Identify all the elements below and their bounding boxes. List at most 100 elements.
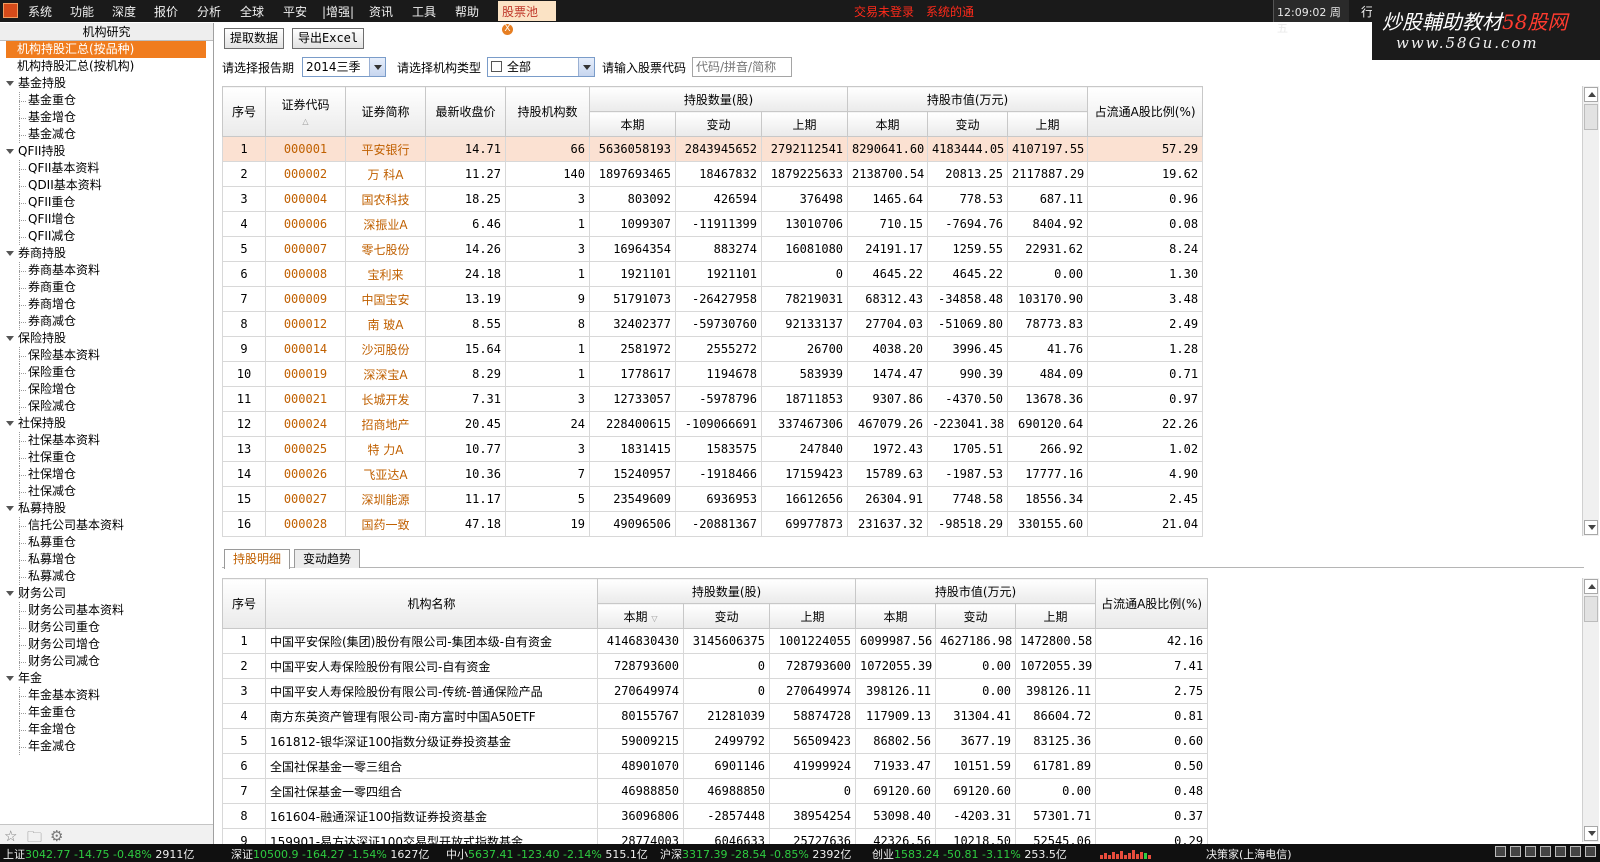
tab-holding-detail[interactable]: 持股明细 (224, 549, 291, 569)
sidebar-item[interactable]: 基金重仓 (0, 92, 213, 109)
sidebar-item[interactable]: 社保增仓 (0, 466, 213, 483)
sidebar-group[interactable]: QFII持股 (0, 143, 213, 160)
table-row[interactable]: 9 000014 沙河股份 15.64 1 2581972 2555272 26700 4038… (222, 336, 1204, 362)
tab-change-trend[interactable]: 变动趋势 (294, 549, 361, 568)
col-qty-change[interactable]: 变动 (675, 111, 762, 137)
sidebar-item[interactable]: 保险增仓 (0, 381, 213, 398)
sidebar-item[interactable]: 财务公司减仓 (0, 653, 213, 670)
table-row[interactable]: 14 000026 飞亚达A 10.36 7 15240957 -1918466 171594… (222, 461, 1204, 487)
menu-item-function[interactable]: 功能 (70, 3, 94, 20)
col-org-name[interactable]: 机构名称 (265, 578, 598, 629)
col-org-count[interactable]: 持股机构数 (505, 86, 590, 137)
org-type-select[interactable]: 全部 (487, 57, 595, 77)
chevron-down-icon[interactable] (369, 58, 385, 76)
gear-icon[interactable]: ⚙ (50, 827, 63, 845)
scroll-thumb[interactable] (1584, 596, 1598, 622)
sidebar-group[interactable]: 保险持股 (0, 330, 213, 347)
expand-triangle-icon[interactable] (6, 81, 14, 86)
table-row[interactable]: 7 000009 中国宝安 13.19 9 51791073 -26427958 782190… (222, 286, 1204, 312)
sidebar-item[interactable]: 保险重仓 (0, 364, 213, 381)
table-row[interactable]: 2 000002 万 科A 11.27 140 1897693465 18467832 187… (222, 161, 1204, 187)
hs300-index[interactable]: 沪深3317.39 -28.54 -0.85% 2392亿 (660, 846, 851, 862)
col-ratio[interactable]: 占流通A股比例(%) (1087, 86, 1204, 137)
sidebar-item[interactable]: 保险基本资料 (0, 347, 213, 364)
sidebar-group[interactable]: 券商持股 (0, 245, 213, 262)
col-code[interactable]: 证券代码 △ (265, 86, 346, 137)
sidebar-group[interactable]: 社保持股 (0, 415, 213, 432)
table-row[interactable]: 4 南方东英资产管理有限公司-南方富时中国A50ETF 80155767 212810… (222, 703, 1209, 729)
sidebar-item[interactable]: 券商减仓 (0, 313, 213, 330)
col-val-previous[interactable]: 上期 (1015, 603, 1097, 629)
col-qty-change[interactable]: 变动 (683, 603, 770, 629)
star-icon[interactable]: ☆ (4, 827, 17, 845)
col-val-change[interactable]: 变动 (927, 111, 1009, 137)
menu-item-depth[interactable]: 深度 (112, 3, 136, 20)
table-row[interactable]: 13 000025 特 力A 10.77 3 1831415 1583575 247840 19… (222, 436, 1204, 462)
table-row[interactable]: 2 中国平安人寿保险股份有限公司-自有资金 728793600 0 728793600 1… (222, 653, 1209, 679)
settings-icon[interactable] (1585, 846, 1596, 857)
sidebar-item[interactable]: 券商重仓 (0, 279, 213, 296)
sidebar-item[interactable]: 年金增仓 (0, 721, 213, 738)
lock-icon[interactable] (1540, 846, 1551, 857)
chevron-down-icon[interactable] (578, 58, 594, 76)
sidebar-item[interactable]: 社保重仓 (0, 449, 213, 466)
table-row[interactable]: 5 000007 零七股份 14.26 3 16964354 883274 16081080 2… (222, 236, 1204, 262)
col-price[interactable]: 最新收盘价 (425, 86, 506, 137)
layout-icon[interactable] (1570, 846, 1581, 857)
col-qty-current[interactable]: 本期 ▽ (597, 603, 684, 629)
sidebar-item[interactable]: 基金增仓 (0, 109, 213, 126)
sidebar-item[interactable]: QFII基本资料 (0, 160, 213, 177)
sidebar-item[interactable]: 年金减仓 (0, 738, 213, 755)
export-excel-button[interactable]: 导出Excel (292, 28, 365, 49)
list-icon[interactable] (1525, 846, 1536, 857)
table-row[interactable]: 6 000008 宝利来 24.18 1 1921101 1921101 0 4645.22 46… (222, 261, 1204, 287)
sidebar-item[interactable]: 机构持股汇总(按机构) (0, 58, 213, 75)
col-val-current[interactable]: 本期 (847, 111, 929, 137)
sidebar-item[interactable]: QFII减仓 (0, 228, 213, 245)
col-val-previous[interactable]: 上期 (1007, 111, 1089, 137)
signal-icon[interactable] (1555, 846, 1566, 857)
sidebar-item[interactable]: 财务公司重仓 (0, 619, 213, 636)
sidebar-item[interactable]: 年金基本资料 (0, 687, 213, 704)
col-seq[interactable]: 序号 (222, 86, 266, 137)
expand-triangle-icon[interactable] (6, 676, 14, 681)
refresh-icon[interactable] (1495, 846, 1506, 857)
table-row[interactable]: 10 000019 深深宝A 8.29 1 1778617 1194678 583939 147… (222, 361, 1204, 387)
sidebar-group[interactable]: 基金持股 (0, 75, 213, 92)
sidebar-item[interactable]: 年金重仓 (0, 704, 213, 721)
checkbox-icon[interactable] (491, 61, 502, 72)
close-icon[interactable]: X (502, 24, 513, 35)
menu-item-tools[interactable]: 工具 (412, 3, 436, 20)
bottom-table-scrollbar[interactable] (1582, 578, 1599, 842)
table-row[interactable]: 11 000021 长城开发 7.31 3 12733057 -5978796 1871185… (222, 386, 1204, 412)
table-row[interactable]: 8 000012 南 玻A 8.55 8 32402377 -59730760 9213313… (222, 311, 1204, 337)
sidebar-item[interactable]: 财务公司基本资料 (0, 602, 213, 619)
sidebar-item[interactable]: 财务公司增仓 (0, 636, 213, 653)
server-name[interactable]: 决策家(上海电信) (1206, 846, 1292, 862)
sidebar-group[interactable]: 年金 (0, 670, 213, 687)
sidebar-group[interactable]: 财务公司 (0, 585, 213, 602)
col-qty-previous[interactable]: 上期 (760, 111, 849, 137)
expand-triangle-icon[interactable] (6, 421, 14, 426)
table-row[interactable]: 15 000027 深圳能源 11.17 5 23549609 6936953 1661265… (222, 486, 1204, 512)
sidebar-group[interactable]: 私募持股 (0, 500, 213, 517)
sidebar-item[interactable]: 私募增仓 (0, 551, 213, 568)
col-val-current[interactable]: 本期 (855, 603, 937, 629)
menu-item-news[interactable]: 资讯 (369, 3, 393, 20)
smb-index[interactable]: 中小5637.41 -123.40 -2.14% 515.1亿 (446, 846, 648, 862)
top-table-scrollbar[interactable] (1582, 86, 1599, 536)
period-select[interactable]: 2014三季 (302, 57, 386, 77)
expand-triangle-icon[interactable] (6, 149, 14, 154)
sidebar-item[interactable]: 社保基本资料 (0, 432, 213, 449)
table-row[interactable]: 4 000006 深振业A 6.46 1 1099307 -11911399 13010706… (222, 211, 1204, 237)
sidebar-item[interactable]: QDII基本资料 (0, 177, 213, 194)
sidebar-item[interactable]: QFII重仓 (0, 194, 213, 211)
col-name[interactable]: 证券简称 (345, 86, 426, 137)
menu-item-help[interactable]: 帮助 (455, 3, 479, 20)
sidebar-item[interactable]: 私募重仓 (0, 534, 213, 551)
menu-item-global[interactable]: 全球 (240, 3, 264, 20)
sidebar-item[interactable]: 券商基本资料 (0, 262, 213, 279)
sidebar-item[interactable]: 基金减仓 (0, 126, 213, 143)
expand-triangle-icon[interactable] (6, 251, 14, 256)
menu-item-quote[interactable]: 报价 (154, 3, 178, 20)
